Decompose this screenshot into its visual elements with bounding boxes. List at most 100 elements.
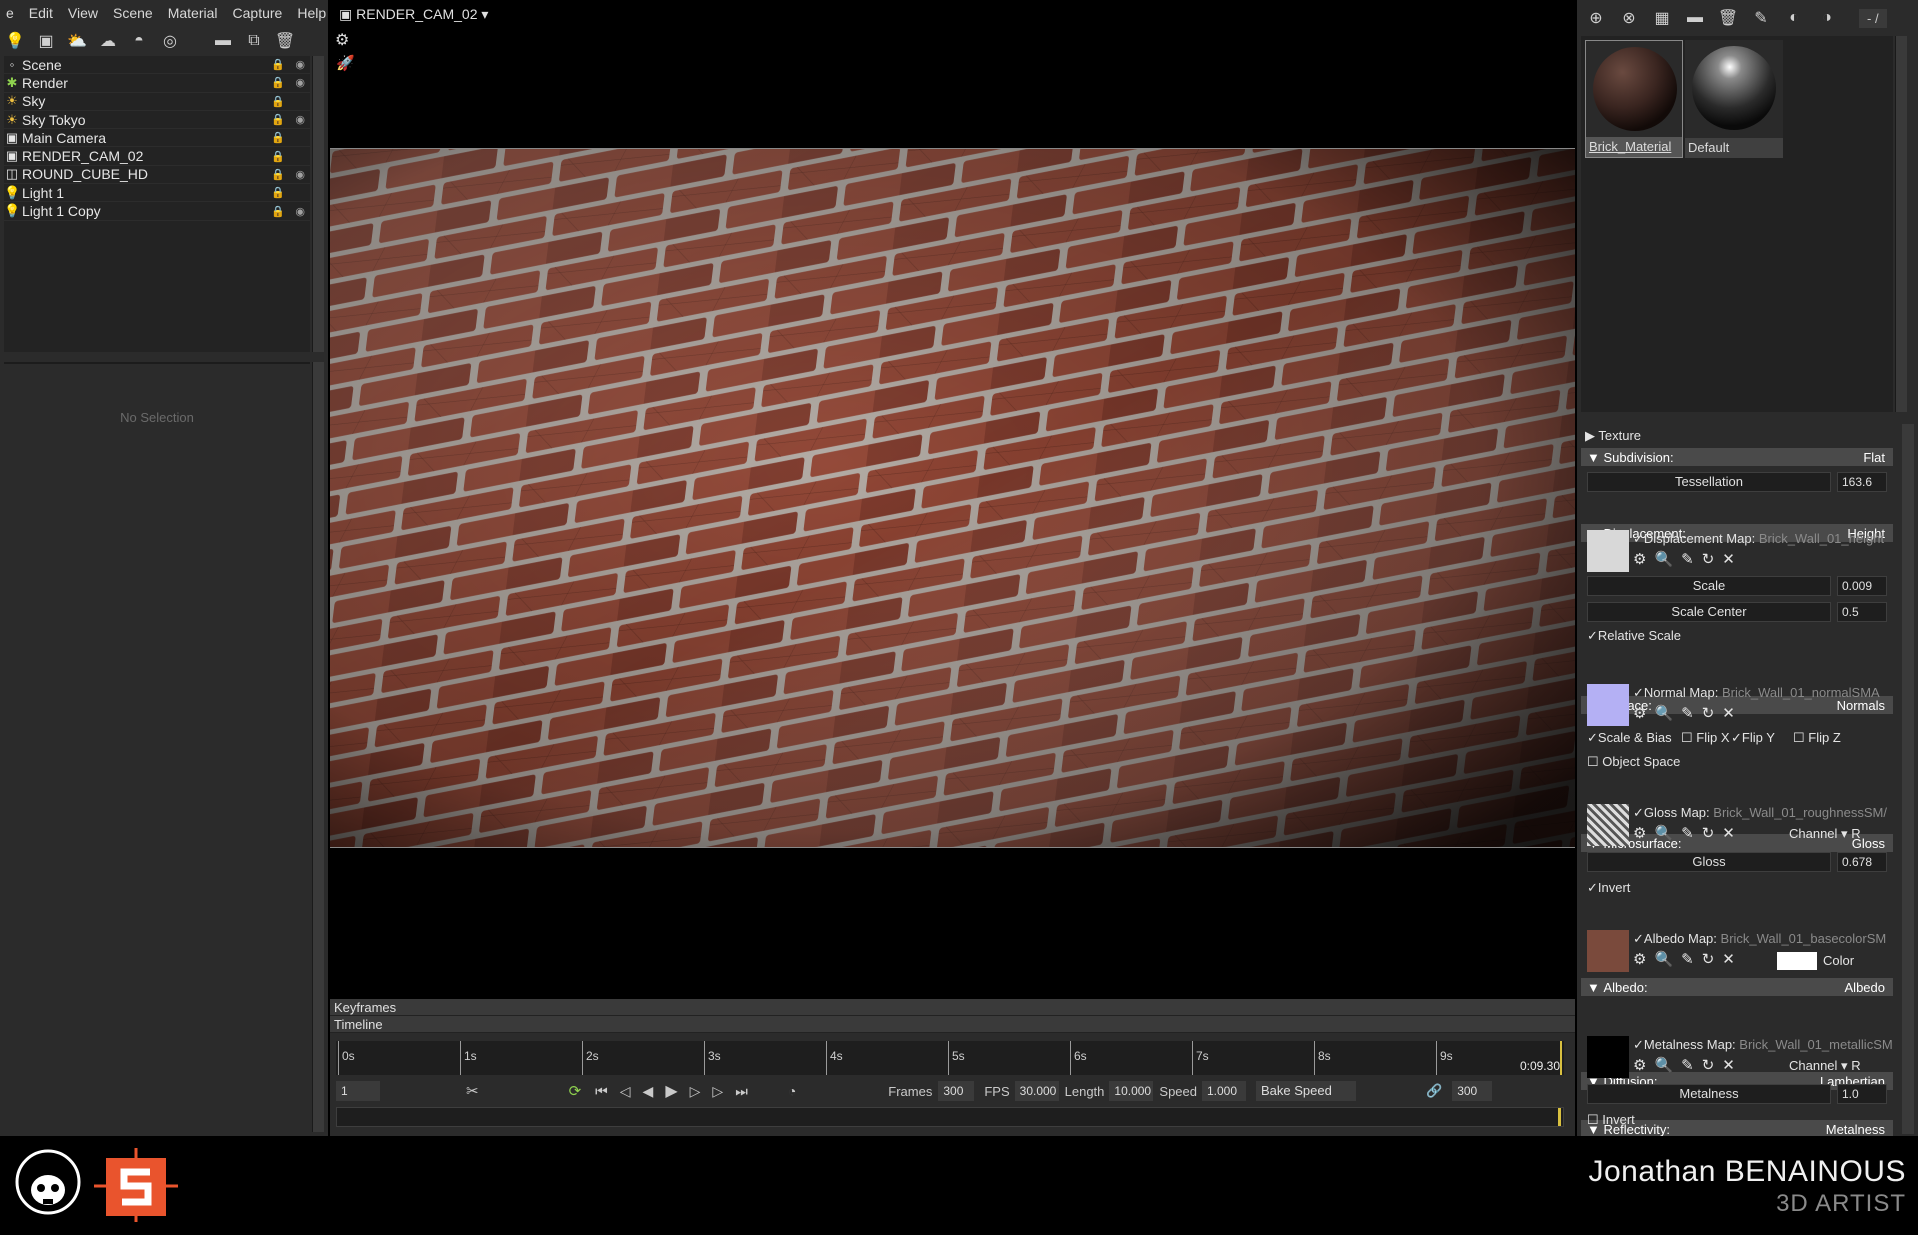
scene-item-light-1[interactable]: 💡 Light 1 🔒 — [4, 184, 310, 203]
delete-trash-icon[interactable]: 🗑 — [1717, 7, 1739, 29]
settings-gear-icon[interactable]: ⚙ — [335, 30, 349, 50]
tessellation-value[interactable]: 163.6 — [1837, 472, 1887, 492]
scene-item-sky[interactable]: ☀ Sky 🔒 — [4, 93, 310, 111]
scene-item-render-cam[interactable]: ▣ RENDER_CAM_02 🔒 — [4, 147, 310, 166]
menu-capture[interactable]: Capture — [227, 5, 292, 21]
properties-scrollbar[interactable] — [312, 362, 324, 1132]
eye-icon[interactable]: ◉ — [295, 76, 305, 89]
step-back-icon[interactable]: ◀ — [643, 1083, 654, 1100]
prev-key-icon[interactable]: ◁ — [620, 1083, 631, 1100]
eye-icon[interactable]: ◉ — [295, 58, 305, 71]
eye-icon[interactable]: ◉ — [295, 113, 305, 126]
menu-view[interactable]: View — [62, 5, 107, 21]
material-default[interactable]: Default — [1685, 40, 1783, 158]
lock-icon[interactable]: 🔒 — [271, 113, 285, 126]
properties-scrollbar[interactable] — [1902, 424, 1914, 1134]
metalness-slider[interactable]: Metalness — [1587, 1084, 1831, 1104]
lock-icon[interactable]: 🔒 — [271, 131, 285, 144]
eyedropper-icon[interactable]: ◑ — [1816, 7, 1838, 29]
scene-item-light-1-copy[interactable]: 💡 Light 1 Copy 🔒 ◉ — [4, 202, 310, 221]
play-icon[interactable]: ▶ — [665, 1081, 677, 1101]
fps-field[interactable]: 30.000 — [1014, 1081, 1059, 1101]
menu-file[interactable]: e — [0, 5, 23, 21]
camera-selector[interactable]: ▣ RENDER_CAM_02 ▾ — [339, 6, 488, 23]
menu-help[interactable]: Help — [291, 5, 335, 21]
bake-speed-button[interactable]: Bake Speed — [1256, 1081, 1356, 1101]
object-space-checkbox[interactable]: ☐ Object Space — [1587, 754, 1680, 770]
frames-field[interactable]: 300 — [938, 1081, 975, 1101]
scrub-marker[interactable] — [1558, 1108, 1561, 1126]
scene-item-main-camera[interactable]: ▣ Main Camera 🔒 — [4, 129, 310, 148]
pick-icon[interactable]: ◐ — [1783, 7, 1805, 29]
duplicate-icon[interactable]: ⧉ — [243, 30, 265, 52]
add-material-icon[interactable]: ⊕ — [1585, 7, 1607, 29]
scale-center-slider[interactable]: Scale Center — [1587, 602, 1831, 622]
speed-dial-icon[interactable]: ◔ — [788, 1083, 796, 1099]
metalness-value[interactable]: 1.0 — [1837, 1084, 1887, 1104]
lock-icon[interactable]: 🔒 — [271, 186, 285, 199]
playhead[interactable] — [1560, 1041, 1562, 1075]
displacement-map-thumbnail[interactable] — [1587, 530, 1629, 572]
step-forward-icon[interactable]: ▷ — [690, 1083, 701, 1100]
menu-scene[interactable]: Scene — [107, 5, 162, 21]
scene-tree-scrollbar[interactable] — [312, 56, 324, 352]
channel-selector[interactable]: Channel ▾ R — [1789, 826, 1861, 842]
add-shadow-catcher-icon[interactable]: ◓ — [128, 30, 150, 52]
metal-invert-checkbox[interactable]: ☐ Invert — [1587, 1112, 1635, 1128]
gloss-slider[interactable]: Gloss — [1587, 852, 1831, 872]
timeline-scrubber[interactable] — [336, 1107, 1564, 1127]
scale-center-value[interactable]: 0.5 — [1837, 602, 1887, 622]
lock-icon[interactable]: 🔒 — [271, 76, 285, 89]
skip-end-icon[interactable]: ⏭ — [735, 1083, 748, 1100]
map-tools[interactable]: ⚙🔍✎↻✕ — [1633, 550, 1743, 568]
eye-icon[interactable]: ◉ — [295, 205, 305, 218]
lock-icon[interactable]: 🔒 — [271, 205, 285, 218]
checker-icon[interactable]: ▦ — [1651, 7, 1673, 29]
add-sky-icon[interactable]: ⛅ — [66, 30, 88, 52]
map-tools[interactable]: ⚙🔍✎↻✕ — [1633, 1056, 1743, 1074]
relative-scale-checkbox[interactable]: ✓Relative Scale — [1587, 628, 1681, 644]
lock-icon[interactable]: 🔒 — [271, 168, 285, 181]
metalness-map-thumbnail[interactable] — [1587, 1036, 1629, 1078]
material-brick[interactable]: Brick_Material — [1585, 40, 1683, 158]
speed-field[interactable]: 1.000 — [1202, 1081, 1246, 1101]
scene-item-sky-tokyo[interactable]: ☀ Sky Tokyo 🔒 ◉ — [4, 111, 310, 130]
scene-item-render[interactable]: ✱ Render 🔒 ◉ — [4, 74, 310, 93]
end-frame-field[interactable]: 300 — [1452, 1081, 1493, 1101]
scale-bias-checkbox[interactable]: ✓Scale & Bias — [1587, 730, 1672, 746]
loop-icon[interactable]: ⟳ — [569, 1082, 582, 1100]
map-tools[interactable]: ⚙🔍✎↻✕ — [1633, 704, 1743, 722]
gloss-value[interactable]: 0.678 — [1837, 852, 1887, 872]
scene-root[interactable]: ◦ Scene 🔒 ◉ — [4, 56, 310, 75]
map-tools[interactable]: ⚙🔍✎↻✕ — [1633, 950, 1743, 968]
skip-start-icon[interactable]: ⏮ — [595, 1083, 608, 1100]
length-field[interactable]: 10.000 — [1109, 1081, 1154, 1101]
metal-channel-selector[interactable]: Channel ▾ R — [1789, 1058, 1861, 1074]
scene-item-round-cube[interactable]: ◫ ROUND_CUBE_HD 🔒 ◉ — [4, 166, 310, 185]
scale-value[interactable]: 0.009 — [1837, 576, 1887, 596]
gloss-map-thumbnail[interactable] — [1587, 804, 1629, 846]
link-icon[interactable]: 🔗 — [1426, 1083, 1442, 1099]
lock-icon[interactable]: 🔒 — [271, 150, 285, 163]
scale-slider[interactable]: Scale — [1587, 576, 1831, 596]
next-key-icon[interactable]: ▷ — [712, 1083, 723, 1100]
lock-icon[interactable]: 🔒 — [271, 58, 285, 71]
group-folder-icon[interactable]: ▬ — [212, 30, 234, 52]
add-light-icon[interactable]: 💡 — [4, 30, 26, 52]
map-tools[interactable]: ⚙🔍✎↻✕ — [1633, 824, 1743, 842]
material-slot-selector[interactable]: - / — [1859, 8, 1887, 28]
render-viewport[interactable] — [330, 148, 1575, 848]
add-camera-icon[interactable]: ▣ — [35, 30, 57, 52]
add-fog-icon[interactable]: ☁ — [97, 30, 119, 52]
paint-icon[interactable]: ✎ — [1750, 7, 1772, 29]
timeline-bar[interactable]: Timeline — [330, 1016, 1575, 1033]
lock-icon[interactable]: 🔒 — [271, 95, 285, 108]
flip-z-checkbox[interactable]: ☐ Flip Z — [1793, 730, 1841, 746]
timeline-ruler[interactable]: 0s 1s 2s 3s 4s 5s 6s 7s 8s 9s 0:09.30 — [336, 1041, 1564, 1075]
normal-map-thumbnail[interactable] — [1587, 684, 1629, 726]
add-audio-icon[interactable]: ◎ — [159, 30, 181, 52]
duplicate-material-icon[interactable]: ⊗ — [1618, 7, 1640, 29]
current-frame-field[interactable]: 1 — [336, 1081, 380, 1101]
flip-x-checkbox[interactable]: ☐ Flip X — [1681, 730, 1730, 746]
rocket-icon[interactable]: 🚀 — [336, 54, 355, 72]
